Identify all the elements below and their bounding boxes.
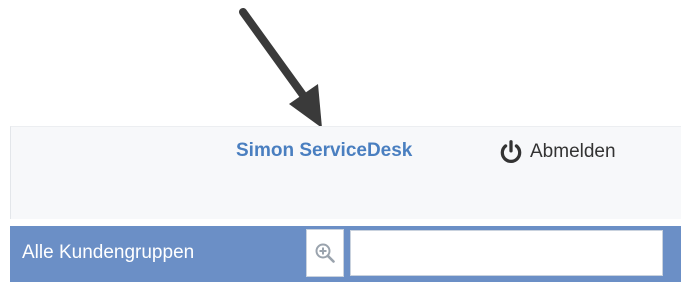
user-name-link[interactable]: Simon ServiceDesk bbox=[236, 140, 412, 162]
logout-label: Abmelden bbox=[530, 141, 616, 162]
filter-bar: Alle Kundengruppen bbox=[10, 226, 681, 282]
power-icon bbox=[500, 140, 522, 163]
customer-group-filter-label: Alle Kundengruppen bbox=[22, 242, 195, 263]
search-input[interactable] bbox=[350, 230, 663, 276]
logout-button[interactable]: Abmelden bbox=[498, 137, 616, 167]
search-button[interactable] bbox=[306, 229, 344, 277]
zoom-in-icon bbox=[315, 243, 335, 263]
